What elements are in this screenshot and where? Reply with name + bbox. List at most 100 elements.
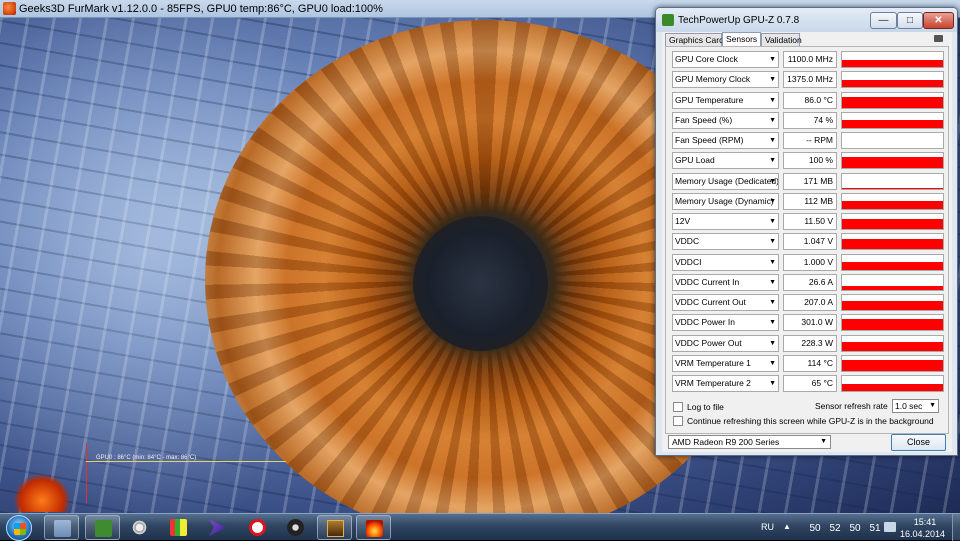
sensor-selector[interactable]: VDDC ▼: [672, 233, 779, 251]
gpu-z-icon: [95, 520, 112, 537]
sensor-graph: [841, 354, 944, 372]
sensor-selector[interactable]: VDDC Current In ▼: [672, 273, 779, 291]
sensor-label: GPU Memory Clock: [675, 74, 751, 85]
sensor-selector[interactable]: GPU Load ▼: [672, 152, 779, 170]
taskbar-item[interactable]: [317, 515, 352, 540]
sensor-label: Fan Speed (RPM): [675, 135, 744, 145]
sensor-selector[interactable]: 12V ▼: [672, 213, 779, 230]
sensor-selector[interactable]: GPU Memory Clock ▼: [672, 71, 779, 89]
fur-eye-pupil: [413, 216, 548, 351]
taskbar: RU ▲ 50 52 50 51 15:41 16.04.2014: [0, 513, 960, 541]
sensor-value: 171 MB: [783, 172, 837, 190]
sensor-row: Fan Speed (RPM) ▼ -- RPM: [672, 131, 948, 150]
close-button[interactable]: Close: [891, 434, 946, 451]
tab-sensors[interactable]: Sensors: [722, 32, 761, 46]
tray-temp: 50: [809, 523, 821, 534]
sensor-row: VRM Temperature 1 ▼ 114 °C: [672, 354, 948, 373]
sensor-graph: [841, 71, 944, 89]
visual-studio-icon: [209, 519, 226, 536]
refresh-rate-label: Sensor refresh rate: [815, 401, 888, 411]
sensor-selector[interactable]: GPU Core Clock ▼: [672, 51, 779, 68]
tray-temperature-readouts[interactable]: 50 52 50 51: [805, 523, 885, 534]
furmark-icon: [366, 520, 383, 537]
gpuz-body: Graphics Card Sensors Validation GPU Cor…: [662, 32, 952, 452]
hwinfo-icon: [170, 519, 187, 536]
sensor-value: 26.6 A: [783, 273, 837, 291]
gpuz-window[interactable]: TechPowerUp GPU-Z 0.7.8 — □ ✕ Graphics C…: [655, 7, 958, 456]
opera-icon: [249, 519, 266, 536]
chevron-down-icon: ▼: [769, 96, 776, 104]
sensor-row: GPU Load ▼ 100 %: [672, 151, 948, 170]
sensor-selector[interactable]: Fan Speed (RPM) ▼: [672, 132, 779, 149]
show-desktop-button[interactable]: [952, 514, 960, 541]
sensor-row: Memory Usage (Dynamic) ▼ 112 MB: [672, 192, 948, 211]
sensor-selector[interactable]: Fan Speed (%) ▼: [672, 111, 779, 129]
chevron-down-icon: ▼: [769, 278, 776, 286]
sensor-value: 65 °C: [783, 375, 837, 392]
chevron-down-icon: ▼: [769, 157, 776, 165]
sensor-label: Memory Usage (Dynamic): [675, 195, 774, 206]
sensor-value: -- RPM: [783, 132, 837, 149]
sensor-value: 228.3 W: [783, 334, 837, 352]
sensor-graph-fill: [842, 80, 943, 88]
gpu-select-dropdown[interactable]: AMD Radeon R9 200 Series ▼: [668, 435, 831, 449]
continue-refresh-checkbox[interactable]: [673, 416, 683, 426]
sensor-selector[interactable]: VDDC Power Out ▼: [672, 334, 779, 352]
sensor-label: Memory Usage (Dedicated): [675, 175, 779, 186]
sensor-row: GPU Temperature ▼ 86.0 °C: [672, 91, 948, 110]
taskbar-item[interactable]: [240, 515, 275, 540]
tab-validation[interactable]: Validation: [761, 33, 802, 46]
sensor-graph: [841, 294, 944, 311]
sensor-value: 1100.0 MHz: [783, 51, 837, 68]
log-to-file-checkbox[interactable]: [673, 402, 683, 412]
sensor-label: VRM Temperature 2: [675, 378, 751, 388]
chevron-down-icon: ▼: [769, 76, 776, 84]
sensor-selector[interactable]: VRM Temperature 1 ▼: [672, 354, 779, 372]
sensor-graph: [841, 273, 944, 291]
sensor-label: VDDC Current Out: [675, 297, 746, 307]
maximize-button[interactable]: □: [897, 12, 923, 29]
taskbar-item[interactable]: [85, 515, 120, 540]
chevron-down-icon: ▼: [769, 238, 776, 246]
sensor-graph-fill: [842, 119, 943, 128]
sensor-selector[interactable]: VDDC Current Out ▼: [672, 294, 779, 311]
taskbar-item[interactable]: [161, 515, 196, 540]
sensor-selector[interactable]: Memory Usage (Dynamic) ▼: [672, 192, 779, 210]
sensor-selector[interactable]: GPU Temperature ▼: [672, 91, 779, 109]
windows-logo-icon: [14, 523, 26, 535]
gpuz-titlebar[interactable]: TechPowerUp GPU-Z 0.7.8 — □ ✕: [656, 8, 957, 32]
clock-time[interactable]: 15:41: [910, 517, 940, 527]
sensor-label: GPU Load: [675, 155, 715, 166]
sensor-value: 301.0 W: [783, 314, 837, 332]
sensor-graph-fill: [842, 157, 943, 169]
language-indicator[interactable]: RU: [761, 522, 774, 532]
screenshot-camera-icon[interactable]: [934, 35, 943, 42]
tray-expand-icon[interactable]: ▲: [783, 522, 791, 531]
refresh-rate-dropdown[interactable]: 1.0 sec ▼: [892, 399, 939, 413]
sensor-value: 114 °C: [783, 354, 837, 372]
network-icon[interactable]: [884, 522, 896, 532]
taskbar-item[interactable]: [200, 515, 235, 540]
clock-date[interactable]: 16.04.2014: [900, 529, 945, 539]
taskbar-item[interactable]: [356, 515, 391, 540]
temperature-osd: GPU0 : 86°C (min: 84°C - max: 86°C): [96, 455, 197, 461]
minimize-button[interactable]: —: [870, 12, 897, 29]
taskbar-item[interactable]: [122, 515, 157, 540]
close-window-button[interactable]: ✕: [923, 12, 954, 29]
sensor-row: VDDC Power In ▼ 301.0 W: [672, 313, 948, 332]
sensor-selector[interactable]: VRM Temperature 2 ▼: [672, 375, 779, 392]
chevron-down-icon: ▼: [769, 137, 776, 144]
chevron-down-icon: ▼: [769, 218, 776, 225]
sensor-selector[interactable]: VDDC Power In ▼: [672, 314, 779, 332]
taskbar-item[interactable]: [44, 515, 79, 540]
start-button[interactable]: [6, 515, 32, 541]
settings-gear-icon: [131, 519, 148, 536]
sensor-row: VDDC Current Out ▼ 207.0 A: [672, 293, 948, 312]
sensor-graph-fill: [842, 319, 943, 331]
taskbar-item[interactable]: [278, 515, 313, 540]
chevron-down-icon: ▼: [769, 56, 776, 63]
tab-graphics-card[interactable]: Graphics Card: [665, 33, 724, 46]
sensor-selector[interactable]: VDDCI ▼: [672, 253, 779, 271]
tray-temp: 51: [869, 523, 881, 534]
sensor-selector[interactable]: Memory Usage (Dedicated) ▼: [672, 172, 779, 190]
